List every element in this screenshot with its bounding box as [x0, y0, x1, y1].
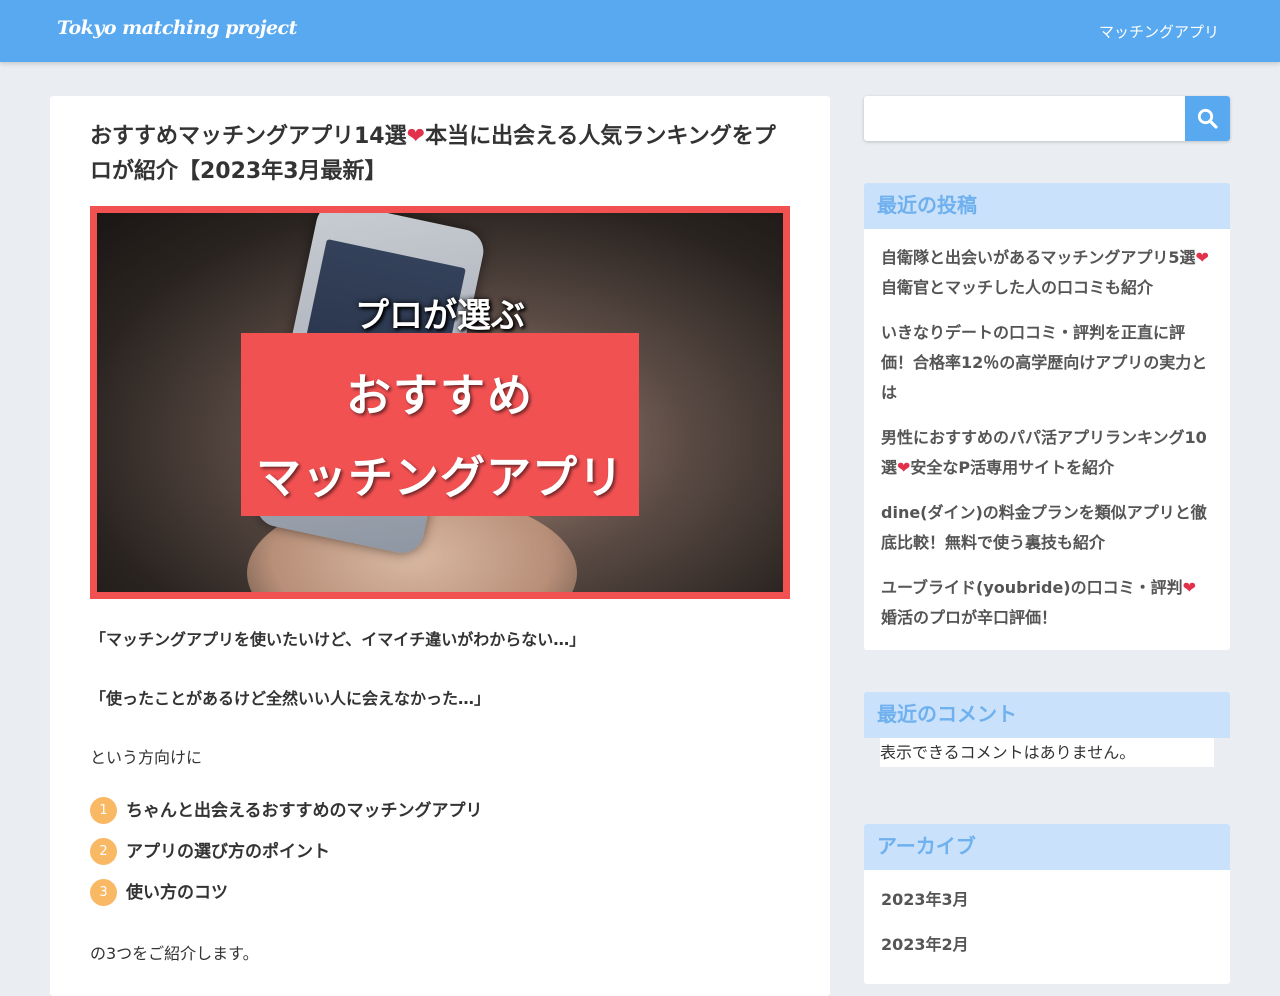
post-title-part1: おすすめマッチングアプリ14選	[90, 124, 407, 149]
recent-post-link[interactable]: ユーブライド(youbride)の口コミ・評判❤ 婚活のプロが辛口評価！	[881, 578, 1196, 627]
recent-post-item: dine(ダイン)の料金プランを類似アプリと徹底比較！無料で使う裏技も紹介	[881, 498, 1211, 558]
recent-posts-widget: 最近の投稿 自衛隊と出会いがあるマッチングアプリ5選❤自衛官とマッチした人の口コ…	[864, 183, 1230, 650]
search-icon	[1197, 108, 1218, 129]
heart-icon: ❤	[1195, 248, 1209, 267]
recent-post-link[interactable]: 自衛隊と出会いがあるマッチングアプリ5選❤ 自衛官とマッチした人の口コミも紹介	[881, 248, 1209, 297]
intro-text: という方向けに	[90, 748, 203, 767]
hero-line2: マッチングアプリ	[255, 451, 624, 504]
list-item-text: アプリの選び方のポイント	[126, 842, 330, 862]
heart-icon: ❤	[406, 124, 426, 149]
archive-widget: アーカイブ 2023年3月 2023年2月	[864, 824, 1230, 984]
list-item: 1 ちゃんと出会えるおすすめのマッチングアプリ	[90, 796, 483, 837]
heart-icon: ❤	[897, 458, 911, 477]
recent-post-text: ユーブライド(youbride)の口コミ・評判	[881, 578, 1183, 597]
archive-item: 2023年2月	[881, 930, 1230, 975]
post-title: おすすめマッチングアプリ14選❤本当に出会える人気ランキングをプロが紹介【202…	[90, 119, 790, 189]
recent-post-text: 自衛官とマッチした人の口コミも紹介	[881, 278, 1154, 297]
recent-comments-widget: 最近のコメント 表示できるコメントはありません。	[864, 692, 1230, 767]
recent-post-item: ユーブライド(youbride)の口コミ・評判❤ 婚活のプロが辛口評価！	[881, 573, 1211, 633]
no-comments-text: 表示できるコメントはありません。	[880, 738, 1214, 767]
archive-link[interactable]: 2023年3月	[881, 890, 969, 909]
widget-title-recent-posts: 最近の投稿	[864, 183, 1230, 229]
site-header: Tokyo matching project マッチングアプリ	[0, 0, 1280, 62]
hero-image: プロが選ぶ おすすめ マッチングアプリ	[90, 206, 790, 599]
widget-title-recent-comments: 最近のコメント	[864, 692, 1230, 738]
recent-post-item: 男性におすすめのパパ活アプリランキング10選❤安全なP活専用サイトを紹介	[881, 423, 1211, 483]
quote-1: 「マッチングアプリを使いたいけど、イマイチ違いがわからない…」	[90, 630, 586, 649]
search-form	[864, 96, 1230, 141]
archive-list: 2023年3月 2023年2月	[864, 870, 1230, 975]
recent-post-item: 自衛隊と出会いがあるマッチングアプリ5選❤ 自衛官とマッチした人の口コミも紹介	[881, 243, 1211, 303]
hero-line1: おすすめ	[345, 369, 534, 422]
list-item-text: 使い方のコツ	[126, 883, 228, 903]
hero-red-box: おすすめ マッチングアプリ	[241, 333, 639, 516]
list-number-badge: 2	[90, 838, 117, 865]
search-button[interactable]	[1185, 96, 1230, 141]
heart-icon: ❤	[1182, 578, 1197, 597]
outro-text: の3つをご紹介します。	[90, 944, 259, 963]
archive-link[interactable]: 2023年2月	[881, 935, 969, 954]
recent-posts-list: 自衛隊と出会いがあるマッチングアプリ5選❤自衛官とマッチした人の口コミも紹介 い…	[864, 229, 1230, 633]
recent-post-item: いきなりデートの口コミ・評判を正直に評価！合格率12％の高学歴向けアプリの実力と…	[881, 318, 1211, 408]
list-item: 3 使い方のコツ	[90, 878, 483, 919]
list-item-text: ちゃんと出会えるおすすめのマッチングアプリ	[126, 801, 483, 821]
recent-post-link[interactable]: いきなりデートの口コミ・評判を正直に評価！合格率12％の高学歴向けアプリの実力と…	[881, 323, 1207, 402]
point-list: 1 ちゃんと出会えるおすすめのマッチングアプリ 2 アプリの選び方のポイント 3 使い…	[90, 796, 483, 919]
recent-post-text: 自衛隊と出会いがあるマッチングアプリ5選	[881, 248, 1196, 267]
site-title-link[interactable]: Tokyo matching project	[57, 17, 297, 39]
recent-post-link[interactable]: 男性におすすめのパパ活アプリランキング10選❤安全なP活専用サイトを紹介	[881, 428, 1207, 477]
list-number-badge: 1	[90, 797, 117, 824]
widget-title-archive: アーカイブ	[864, 824, 1230, 870]
hero-subtitle: プロが選ぶ	[355, 296, 525, 336]
main-article: おすすめマッチングアプリ14選❤本当に出会える人気ランキングをプロが紹介【202…	[50, 96, 830, 996]
recent-post-text: いきなりデートの口コミ・評判を正直に評価！合格率12％の高学歴向けアプリの実力と…	[881, 323, 1208, 402]
recent-post-text: 安全なP活専用サイトを紹介	[910, 458, 1115, 477]
list-item: 2 アプリの選び方のポイント	[90, 837, 483, 878]
recent-post-text: dine(ダイン)の料金プランを類似アプリと徹底比較！無料で使う裏技も紹介	[881, 503, 1207, 552]
recent-post-link[interactable]: dine(ダイン)の料金プランを類似アプリと徹底比較！無料で使う裏技も紹介	[881, 503, 1207, 552]
recent-post-text: 婚活のプロが辛口評価！	[881, 608, 1058, 627]
search-input[interactable]	[864, 96, 1184, 141]
nav-link-matching-apps[interactable]: マッチングアプリ	[1099, 21, 1219, 42]
quote-2: 「使ったことがあるけど全然いい人に会えなかった…」	[90, 689, 491, 708]
archive-item: 2023年3月	[881, 885, 1230, 930]
list-number-badge: 3	[90, 879, 117, 906]
